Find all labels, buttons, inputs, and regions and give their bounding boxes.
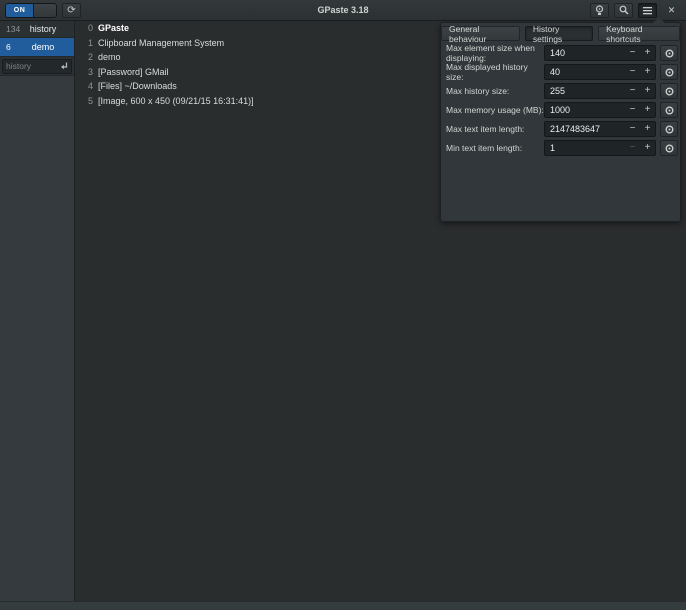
popover-arrow (653, 17, 665, 23)
setting-label: Max displayed history size: (446, 62, 544, 82)
max-text-length-spinbutton[interactable]: 2147483647 − + (544, 121, 656, 137)
spin-minus-button[interactable]: − (625, 122, 640, 136)
switch-knob (33, 4, 56, 17)
gpaste-window: ON ⟳ GPaste 3.18 (0, 0, 686, 610)
menu-button[interactable] (638, 3, 657, 18)
close-icon: ✕ (668, 5, 676, 16)
item-index: 5 (88, 96, 93, 106)
spin-minus-button[interactable]: − (625, 65, 640, 79)
setting-label: Max memory usage (MB): (446, 105, 544, 115)
spin-plus-button[interactable]: + (640, 84, 655, 98)
spin-plus-button[interactable]: + (640, 122, 655, 136)
item-index: 3 (88, 67, 93, 77)
reset-button[interactable] (660, 102, 678, 118)
item-text: [Image, 600 x 450 (09/21/15 16:31:41)] (98, 96, 254, 106)
reset-button[interactable] (660, 121, 678, 137)
min-text-length-spinbutton[interactable]: 1 − + (544, 140, 656, 156)
reset-icon (665, 144, 674, 153)
spin-value: 40 (545, 67, 625, 77)
spin-plus-button[interactable]: + (640, 103, 655, 117)
reset-button[interactable] (660, 64, 678, 80)
setting-row-max-text-length: Max text item length: 2147483647 − + (441, 121, 680, 137)
reset-button[interactable] (660, 83, 678, 99)
history-item-demo[interactable]: 6 demo (0, 38, 74, 57)
lightbulb-icon (595, 5, 604, 16)
tracking-on-switch[interactable]: ON (5, 3, 57, 18)
item-text: GPaste (98, 23, 129, 33)
item-index: 2 (88, 52, 93, 62)
new-history-row: history (0, 57, 74, 76)
history-item-label: demo (20, 42, 74, 52)
max-history-size-spinbutton[interactable]: 255 − + (544, 83, 656, 99)
spin-minus-button: − (625, 141, 640, 155)
spin-value: 255 (545, 86, 625, 96)
reset-button[interactable] (660, 140, 678, 156)
item-index: 1 (88, 38, 93, 48)
setting-label: Max element size when displaying: (446, 43, 544, 63)
close-window-button[interactable]: ✕ (662, 3, 681, 18)
item-text: [Password] GMail (98, 67, 169, 77)
refresh-button[interactable]: ⟳ (62, 3, 81, 18)
spin-value: 2147483647 (545, 124, 625, 134)
item-text: [Files] ~/Downloads (98, 81, 177, 91)
tab-history-settings[interactable]: History settings (525, 26, 593, 41)
item-text: Clipboard Management System (98, 38, 224, 48)
enter-icon[interactable] (60, 62, 68, 71)
setting-row-max-history-size: Max history size: 255 − + (441, 83, 680, 99)
setting-row-max-displayed-history: Max displayed history size: 40 − + (441, 64, 680, 80)
switch-on-label: ON (6, 4, 33, 17)
setting-label: Max text item length: (446, 124, 544, 134)
history-item-count: 6 (0, 42, 20, 52)
spin-plus-button[interactable]: + (640, 46, 655, 60)
history-item-history[interactable]: 134 history (0, 21, 74, 38)
reset-icon (665, 87, 674, 96)
max-element-size-spinbutton[interactable]: 140 − + (544, 45, 656, 61)
new-history-placeholder: history (6, 61, 60, 71)
search-button[interactable] (614, 3, 633, 18)
spin-plus-button[interactable]: + (640, 141, 655, 155)
header-actions: ✕ (585, 3, 681, 18)
tab-keyboard-shortcuts[interactable]: Keyboard shortcuts (598, 26, 680, 41)
settings-tabs: General behaviour History settings Keybo… (441, 26, 680, 41)
reset-icon (665, 125, 674, 134)
new-history-input[interactable]: history (2, 59, 72, 74)
history-item-label: history (20, 24, 74, 34)
item-index: 4 (88, 81, 93, 91)
spin-minus-button[interactable]: − (625, 46, 640, 60)
refresh-icon: ⟳ (67, 5, 75, 16)
hamburger-menu-icon (643, 6, 652, 15)
spin-minus-button[interactable]: − (625, 84, 640, 98)
item-text: demo (98, 52, 121, 62)
settings-popover: General behaviour History settings Keybo… (440, 22, 681, 222)
spin-value: 1 (545, 143, 625, 153)
about-button[interactable] (590, 3, 609, 18)
reset-icon (665, 68, 674, 77)
setting-label: Max history size: (446, 86, 544, 96)
tab-general-behaviour[interactable]: General behaviour (441, 26, 520, 41)
window-title: GPaste 3.18 (0, 5, 686, 15)
spin-value: 1000 (545, 105, 625, 115)
search-icon (619, 5, 629, 15)
reset-icon (665, 106, 674, 115)
reset-button[interactable] (660, 45, 678, 61)
item-index: 0 (88, 23, 93, 33)
setting-row-max-element-size: Max element size when displaying: 140 − … (441, 45, 680, 61)
setting-label: Min text item length: (446, 143, 544, 153)
histories-sidebar: 134 history 6 demo history (0, 21, 75, 601)
spin-minus-button[interactable]: − (625, 103, 640, 117)
window-bottom-edge (0, 601, 686, 610)
reset-icon (665, 49, 674, 58)
max-memory-usage-spinbutton[interactable]: 1000 − + (544, 102, 656, 118)
setting-row-min-text-length: Min text item length: 1 − + (441, 140, 680, 156)
header-bar: ON ⟳ GPaste 3.18 (0, 0, 686, 21)
history-settings-panel: Max element size when displaying: 140 − … (441, 45, 680, 156)
setting-row-max-memory-usage: Max memory usage (MB): 1000 − + (441, 102, 680, 118)
spin-value: 140 (545, 48, 625, 58)
spin-plus-button[interactable]: + (640, 65, 655, 79)
max-displayed-history-spinbutton[interactable]: 40 − + (544, 64, 656, 80)
history-item-count: 134 (0, 24, 20, 34)
